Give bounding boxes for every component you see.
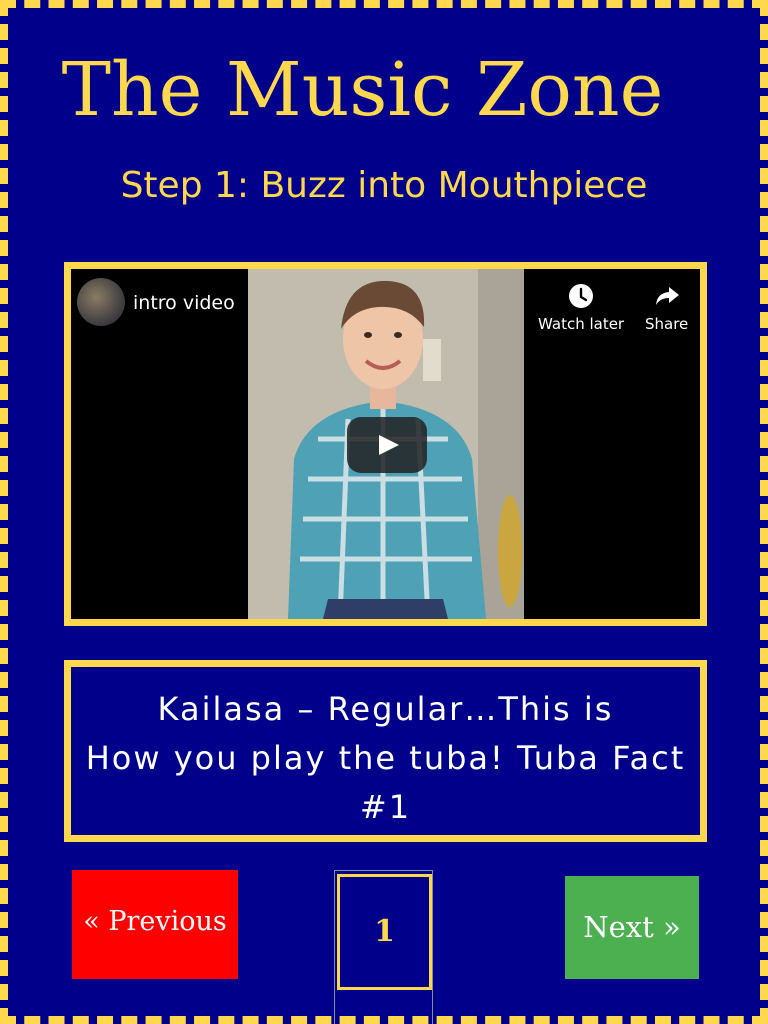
pagination-current-column: 1: [334, 870, 433, 1024]
site-title: The Music Zone: [61, 47, 664, 133]
step-subtitle: Step 1: Buzz into Mouthpiece: [120, 165, 648, 206]
channel-avatar[interactable]: [77, 278, 125, 326]
video-embed-container: intro video Watch later Share: [64, 262, 707, 626]
share-label: Share: [645, 315, 689, 333]
caption-line: #1: [359, 788, 412, 826]
previous-button[interactable]: « Previous: [72, 870, 238, 979]
caption-text: Kailasa – Regular…This is How you play t…: [71, 685, 700, 832]
next-button[interactable]: Next »: [565, 876, 699, 979]
video-player[interactable]: intro video Watch later Share: [71, 269, 700, 619]
video-title[interactable]: intro video: [133, 292, 235, 314]
watch-later-label: Watch later: [538, 315, 625, 333]
caption-line: Kailasa – Regular…This is: [157, 690, 614, 728]
clock-icon: [569, 284, 594, 308]
play-button[interactable]: [347, 417, 427, 473]
caption-line: How you play the tuba! Tuba Fact: [85, 739, 686, 777]
current-page-number[interactable]: 1: [337, 874, 432, 990]
share-icon: [655, 287, 679, 305]
watch-later-button[interactable]: Watch later: [538, 283, 624, 333]
share-button[interactable]: Share: [645, 283, 688, 333]
caption-box: Kailasa – Regular…This is How you play t…: [64, 660, 707, 842]
play-icon: [379, 435, 399, 455]
